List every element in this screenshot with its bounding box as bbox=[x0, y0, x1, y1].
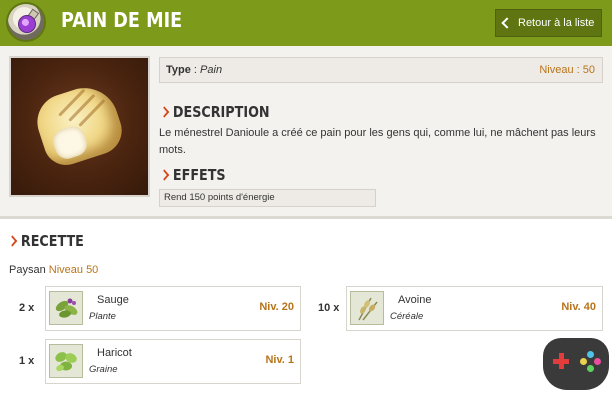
bean-seed-icon bbox=[49, 344, 83, 378]
sage-plant-icon bbox=[49, 291, 83, 325]
profession-name: Paysan bbox=[9, 264, 46, 276]
ingredient-type: Céréale bbox=[390, 311, 424, 322]
type-value: Pain bbox=[200, 64, 223, 76]
description-heading: DESCRIPTION bbox=[159, 103, 270, 121]
ingredient-quantity: 1 x bbox=[19, 355, 35, 367]
ingredient-level: Niv. 1 bbox=[265, 354, 294, 366]
effect-value: Rend 150 points d'énergie bbox=[159, 189, 376, 207]
header-bar: PAIN DE MIE Retour à la liste bbox=[0, 0, 612, 46]
chevron-right-icon bbox=[7, 235, 18, 247]
oat-cereal-icon bbox=[350, 291, 384, 325]
ingredient-name: Haricot bbox=[97, 347, 132, 359]
recipe-profession: Paysan Niveau 50 bbox=[9, 264, 98, 276]
section-divider bbox=[0, 216, 612, 219]
ingredient-name: Sauge bbox=[97, 294, 129, 306]
item-level: Niveau : 50 bbox=[539, 64, 595, 76]
item-type-bar: Type : Pain Niveau : 50 bbox=[159, 57, 603, 83]
back-to-list-button[interactable]: Retour à la liste bbox=[495, 9, 602, 37]
ingredient-card-avoine[interactable]: Avoine Céréale Niv. 40 bbox=[346, 286, 603, 331]
gamepad-icon bbox=[543, 338, 609, 390]
ingredient-quantity: 10 x bbox=[318, 302, 340, 314]
profession-level: Niveau 50 bbox=[48, 264, 99, 276]
chevron-left-icon bbox=[501, 17, 513, 29]
ingredient-card-sauge[interactable]: Sauge Plante Niv. 20 bbox=[45, 286, 301, 331]
recipe-heading: RECETTE bbox=[7, 232, 84, 250]
ingredient-level: Niv. 40 bbox=[561, 301, 596, 313]
ingredient-level: Niv. 20 bbox=[259, 301, 294, 313]
ingredient-card-haricot[interactable]: Haricot Graine Niv. 1 bbox=[45, 339, 301, 384]
item-details: Type : Pain Niveau : 50 DESCRIPTION Le m… bbox=[0, 46, 612, 216]
ingredient-type: Graine bbox=[89, 364, 118, 375]
ingredient-quantity: 2 x bbox=[19, 302, 35, 314]
potion-icon bbox=[8, 4, 44, 40]
type-label: Type bbox=[166, 64, 191, 76]
chevron-right-icon bbox=[159, 169, 170, 181]
effects-heading: EFFETS bbox=[159, 166, 226, 184]
description-text: Le ménestrel Danioule a créé ce pain pou… bbox=[159, 127, 596, 156]
ingredient-type: Plante bbox=[89, 311, 116, 322]
page-title: PAIN DE MIE bbox=[61, 8, 183, 32]
bread-loaf-image bbox=[9, 56, 150, 197]
chevron-right-icon bbox=[159, 106, 170, 118]
back-to-list-label: Retour à la liste bbox=[518, 17, 595, 29]
ingredient-name: Avoine bbox=[398, 294, 432, 306]
